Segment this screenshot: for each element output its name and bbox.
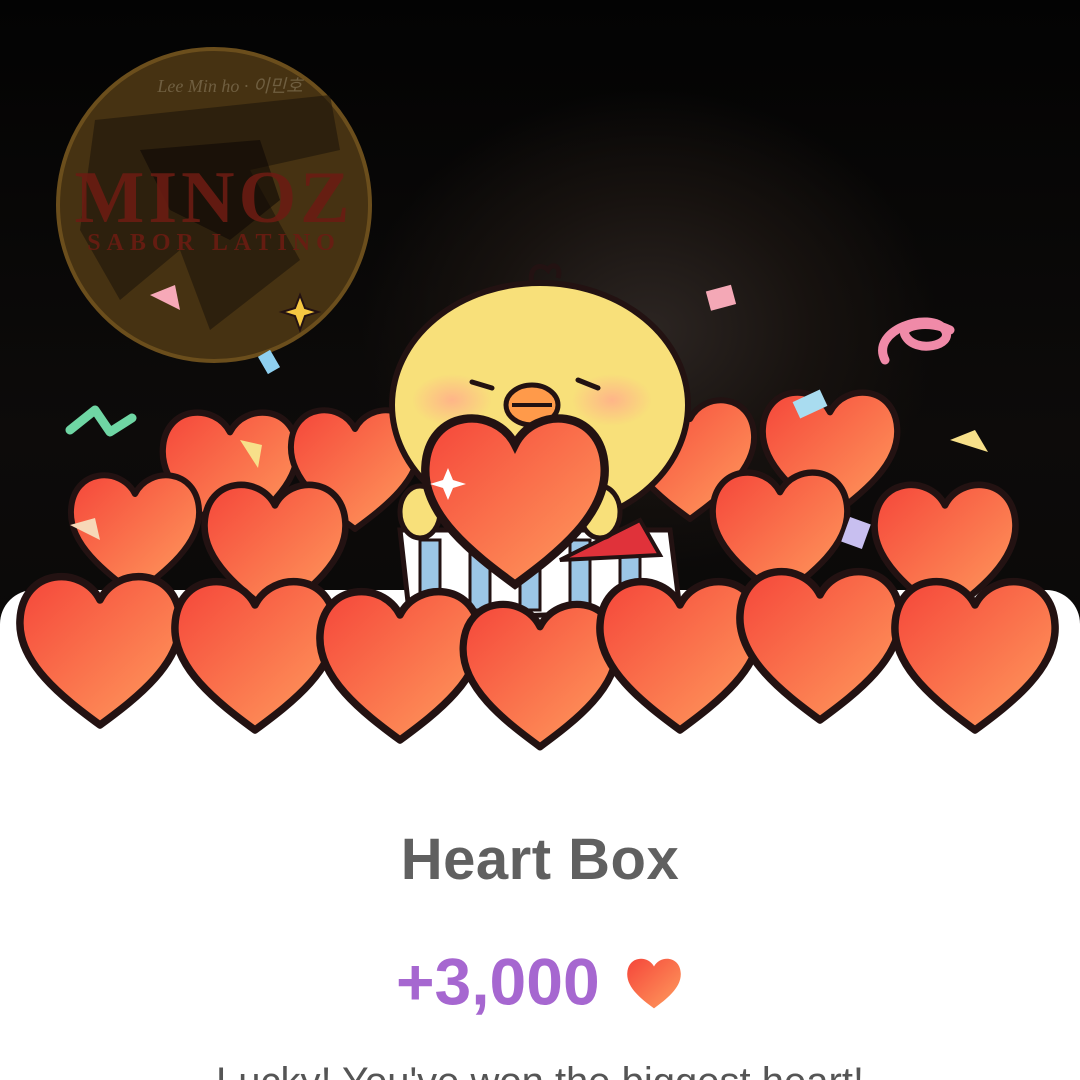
reward-amount: +3,000	[395, 944, 600, 1019]
heart-icon	[627, 958, 681, 1008]
heart-box-screen: MINOZ SABOR LATINO Lee Min ho · 이민호 Hear…	[0, 0, 1080, 1080]
reward-amount-row: +3,000	[0, 938, 1080, 1020]
chick-character	[389, 263, 691, 623]
popup-subtitle: Lucky! You've won the biggest heart!	[0, 1060, 1080, 1080]
popup-title: Heart Box	[400, 827, 680, 892]
heart-box-illustration	[0, 263, 1080, 1080]
